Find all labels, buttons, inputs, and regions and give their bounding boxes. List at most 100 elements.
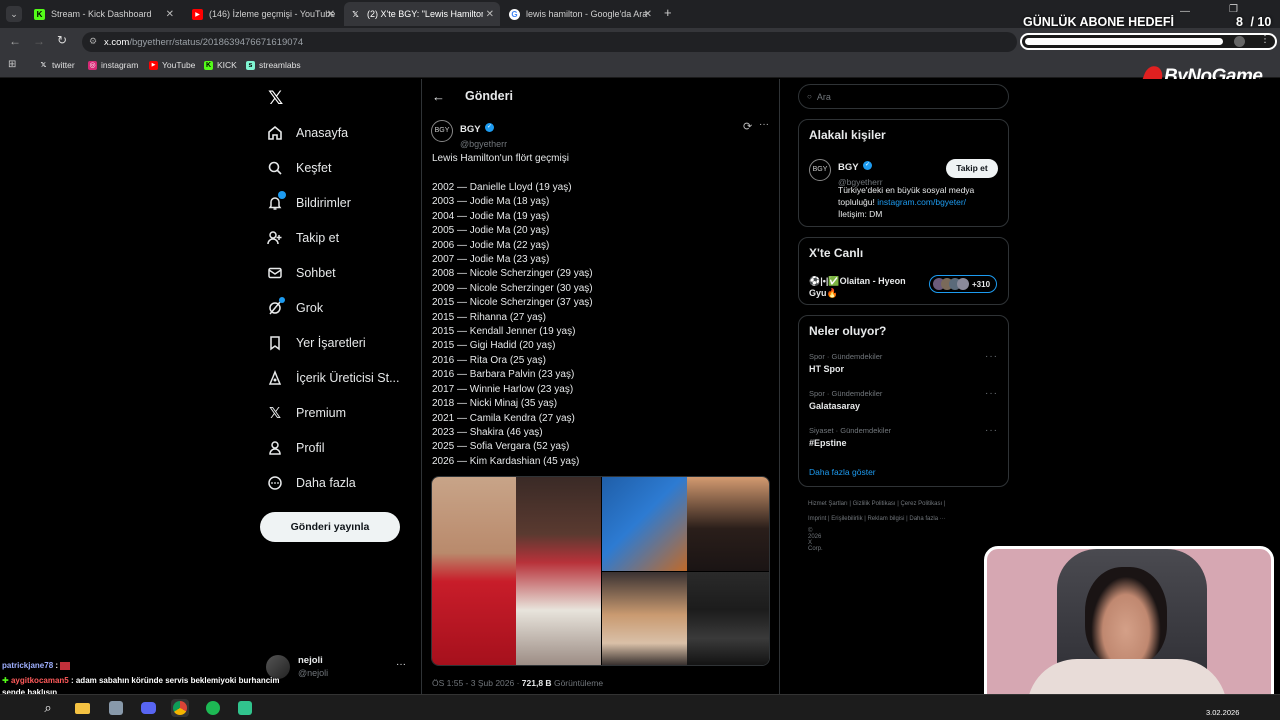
start-icon[interactable]	[8, 701, 23, 716]
sidebar-item-home[interactable]: Anasayfa	[266, 124, 348, 142]
app-icon[interactable]	[236, 699, 254, 717]
trend-item[interactable]: Spor · Gündemdekiler Galatasaray	[809, 389, 882, 411]
bio-link[interactable]: instagram.com/bgyeter/	[877, 197, 966, 207]
sidebar-item-notifications[interactable]: Bildirimler	[266, 191, 351, 212]
search-input[interactable]: ○ Ara	[798, 84, 1009, 109]
new-tab-button[interactable]: +	[664, 5, 672, 20]
sidebar-item-grok[interactable]: Grok	[266, 297, 323, 317]
x-icon: 𝕏	[268, 405, 282, 422]
media-photo[interactable]	[687, 477, 769, 571]
related-user[interactable]: BGY ✓ @bgyetherr	[838, 157, 883, 187]
more-dots-icon[interactable]: ···	[985, 425, 998, 436]
profile-circle-icon	[1234, 36, 1245, 47]
sidebar-item-explore[interactable]: Keşfet	[266, 159, 331, 177]
live-listeners[interactable]: +310	[929, 275, 997, 293]
close-icon[interactable]: ✕	[486, 9, 494, 20]
media-photo[interactable]	[516, 477, 601, 665]
goal-title: GÜNLÜK ABONE HEDEFİ	[1023, 15, 1174, 29]
post-button[interactable]: Gönderi yayınla	[260, 512, 400, 542]
spotify-icon[interactable]	[204, 699, 222, 717]
tab-label: Stream - Kick Dashboard	[51, 9, 152, 19]
grok-explain-icon[interactable]: ⟳	[743, 120, 752, 133]
tab-google-search[interactable]: G lewis hamilton - Google'da Ara ✕	[503, 2, 658, 26]
more-dots-icon[interactable]: ···	[985, 351, 998, 362]
tab-label: (2) X'te BGY: "Lewis Hamilton'u	[367, 9, 483, 19]
tab-youtube-history[interactable]: ▶ (146) İzleme geçmişi - YouTube ✕	[186, 2, 341, 26]
sidebar-item-label: Daha fazla	[296, 476, 356, 490]
page-title: Gönderi	[465, 89, 513, 103]
author-avatar[interactable]: BGY	[431, 120, 453, 142]
search-icon: ○	[807, 92, 812, 101]
trend-item[interactable]: Spor · Gündemdekiler HT Spor	[809, 352, 882, 374]
search-icon[interactable]: ⌕	[39, 699, 57, 717]
post-meta: ÖS 1:55 - 3 Şub 2026 · 721,8 B Görüntüle…	[432, 678, 603, 688]
trend-category: Spor · Gündemdekiler	[809, 352, 883, 361]
back-icon[interactable]: ←	[9, 34, 21, 48]
sidebar-item-follow[interactable]: Takip et	[266, 229, 339, 247]
streamlabs-icon: s	[246, 60, 255, 70]
address-bar[interactable]: ⚙ x.com/bgyetherr/status/201863947667161…	[82, 32, 1017, 52]
sidebar-item-profile[interactable]: Profil	[266, 439, 324, 457]
follow-icon	[266, 229, 284, 247]
site-info-icon[interactable]: ⚙	[89, 36, 97, 47]
account-switcher[interactable]: nejoli @nejoli ···	[266, 653, 411, 683]
timeline-line: 2009 — Nicole Scherzinger (30 yaş)	[432, 282, 593, 294]
sidebar-item-chat[interactable]: Sohbet	[266, 264, 336, 282]
bookmark-kick[interactable]: K KICK	[204, 60, 237, 70]
sidebar-item-premium[interactable]: 𝕏 Premium	[266, 404, 346, 422]
close-icon[interactable]: ✕	[644, 9, 652, 20]
footer-links[interactable]: Imprint | Erişilebilirlik | Reklam bilgi…	[808, 516, 946, 522]
live-item[interactable]: ⚽|•|✅Olaitan - Hyeon Gyu🔥	[809, 275, 906, 299]
bookmarks-bar: ⊞ 𝕏twitter ◎ instagram ▶ YouTube K KICK s st…	[0, 56, 1280, 78]
apps-icon[interactable]: ⊞	[8, 59, 16, 70]
trend-item[interactable]: Siyaset · Gündemdekiler #Epstine	[809, 426, 891, 448]
footer-links[interactable]: Hizmet Şartları | Gizlilik Politikası | …	[808, 501, 945, 507]
forward-icon[interactable]: →	[33, 34, 45, 48]
bookmark-twitter[interactable]: 𝕏twitter	[39, 60, 75, 70]
media-photo[interactable]	[602, 477, 687, 571]
more-dots-icon[interactable]: ···	[396, 659, 406, 670]
bio-line: topluluğu!	[838, 197, 878, 207]
media-photo[interactable]	[432, 477, 516, 665]
chrome-icon[interactable]	[171, 699, 189, 717]
kick-icon: K	[34, 8, 45, 20]
close-icon[interactable]: ✕	[166, 9, 174, 20]
verified-badge-icon: ✓	[485, 123, 495, 133]
show-more-link[interactable]: Daha fazla göster	[809, 467, 876, 477]
back-arrow-icon[interactable]: ←	[432, 89, 445, 104]
x-logo-icon[interactable]: 𝕏	[268, 87, 283, 110]
live-title: X'te Canlı	[809, 246, 864, 260]
chat-emote-icon	[60, 661, 71, 670]
bookmark-streamlabs[interactable]: s streamlabs	[246, 60, 301, 70]
timeline-line: 2016 — Barbara Palvin (23 yaş)	[432, 369, 575, 381]
tab-kick-dashboard[interactable]: K Stream - Kick Dashboard ✕	[28, 2, 180, 26]
bookmark-youtube[interactable]: ▶ YouTube	[149, 60, 195, 70]
tab-search-button[interactable]: ⌄	[6, 6, 22, 22]
media-photo[interactable]	[687, 572, 769, 665]
file-explorer-icon[interactable]	[73, 699, 91, 717]
sidebar-item-more[interactable]: Daha fazla	[266, 474, 356, 492]
bookmark-label: KICK	[217, 60, 237, 70]
reload-icon[interactable]: ↻	[57, 33, 67, 47]
post-media-grid[interactable]	[431, 476, 770, 666]
sidebar-item-creator-studio[interactable]: İçerik Üreticisi St...	[266, 369, 400, 387]
author-block[interactable]: BGY ✓ @bgyetherr	[460, 119, 507, 149]
post-column: ← Gönderi BGY BGY ✓ @bgyetherr ⟳ ··· Lew…	[421, 79, 780, 694]
app-icon[interactable]	[107, 699, 125, 717]
timeline-line: 2015 — Rihanna (27 yaş)	[432, 311, 546, 323]
goal-progress-bar: ⋮	[1020, 33, 1277, 50]
more-dots-icon[interactable]: ···	[985, 388, 998, 399]
sidebar-item-bookmarks[interactable]: Yer İşaretleri	[266, 334, 366, 352]
timeline-line: 2003 — Jodie Ma (18 yaş)	[432, 196, 550, 208]
more-dots-icon[interactable]: ···	[759, 119, 769, 130]
tab-x-post[interactable]: 𝕏 (2) X'te BGY: "Lewis Hamilton'u ✕	[344, 2, 500, 26]
discord-icon[interactable]	[139, 699, 157, 717]
close-icon[interactable]: ✕	[327, 9, 335, 20]
bookmark-label: streamlabs	[259, 60, 301, 70]
search-placeholder: Ara	[816, 91, 831, 102]
bookmark-instagram[interactable]: ◎ instagram	[88, 60, 138, 70]
follow-button[interactable]: Takip et	[946, 159, 998, 178]
author-avatar[interactable]: BGY	[809, 159, 831, 181]
media-photo[interactable]	[602, 572, 687, 665]
grok-icon	[266, 297, 285, 317]
